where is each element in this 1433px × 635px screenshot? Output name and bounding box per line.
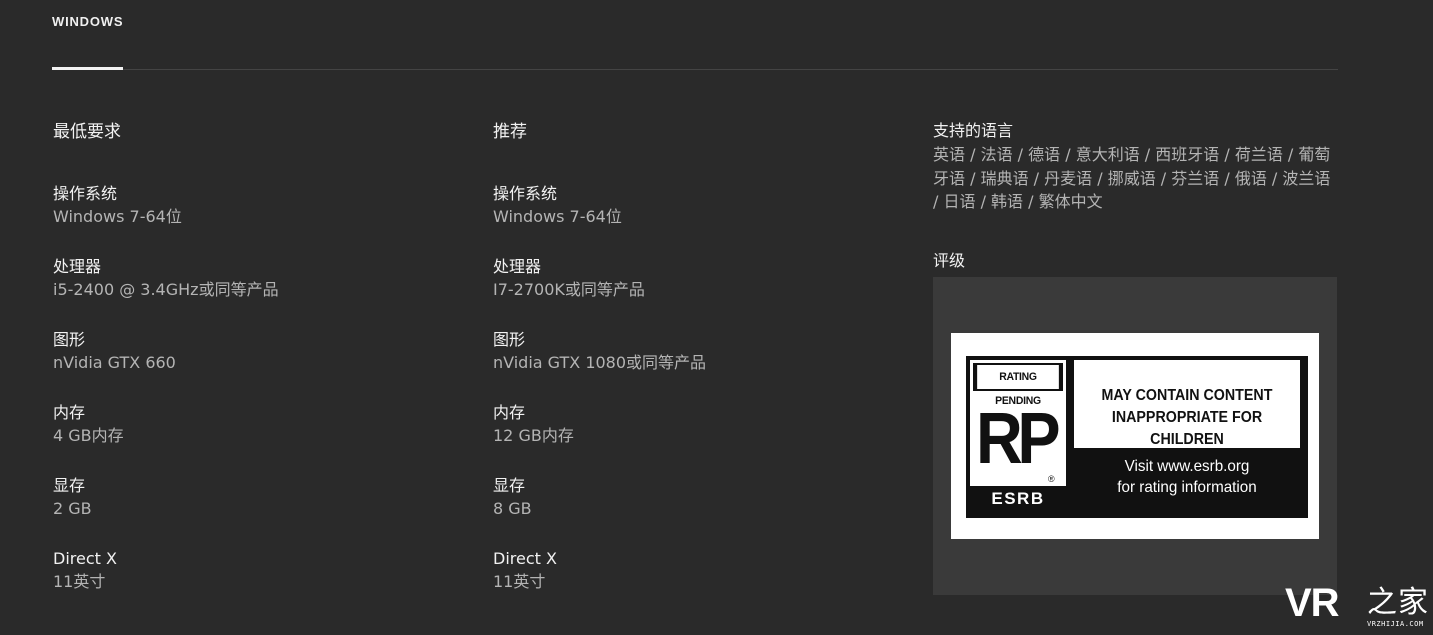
spec-value: nVidia GTX 1080或同等产品 — [493, 353, 707, 372]
spec-label: 内存 — [53, 403, 86, 422]
spec-value: 2 GB — [53, 499, 92, 518]
supported-languages-title: 支持的语言 — [933, 121, 1014, 140]
watermark-url: VRZHIJIA.COM — [1367, 620, 1424, 628]
rating-panel: RATING PENDING RP ® ESRB MAY CONTAIN CON… — [933, 277, 1337, 595]
spec-label: 操作系统 — [53, 184, 118, 203]
esrb-pending-box: RATING PENDING — [973, 363, 1063, 407]
esrb-content-descriptor: MAY CONTAIN CONTENT INAPPROPRIATE FOR CH… — [1083, 385, 1291, 451]
esrb-badge-frame: RATING PENDING RP ® ESRB MAY CONTAIN CON… — [966, 356, 1308, 518]
watermark-logo: VR — [1285, 581, 1340, 625]
tab-windows-label: WINDOWS — [52, 14, 124, 29]
spec-directx: Direct X 11英寸 — [493, 548, 893, 621]
spec-value: i5-2400 @ 3.4GHz或同等产品 — [53, 280, 279, 299]
spec-vram: 显存 2 GB — [53, 475, 453, 548]
spec-processor: 处理器 i5-2400 @ 3.4GHz或同等产品 — [53, 256, 453, 329]
esrb-content-line: INAPPROPRIATE FOR CHILDREN — [1111, 409, 1263, 448]
supported-languages-section: 支持的语言 英语 / 法语 / 德语 / 意大利语 / 西班牙语 / 荷兰语 /… — [933, 120, 1338, 214]
platform-tab-bar: WINDOWS — [52, 0, 1338, 70]
esrb-pending-label: RATING PENDING — [977, 365, 1059, 407]
esrb-visit-line: for rating information — [1117, 479, 1257, 496]
esrb-brand-label: ESRB — [970, 486, 1066, 512]
spec-value: Windows 7-64位 — [53, 207, 182, 226]
spec-value: I7-2700K或同等产品 — [493, 280, 645, 299]
tab-windows[interactable]: WINDOWS — [52, 14, 124, 70]
spec-graphics: 图形 nVidia GTX 1080或同等产品 — [493, 329, 893, 402]
rating-title: 评级 — [933, 251, 966, 270]
esrb-registered-mark: ® — [1048, 474, 1055, 484]
spec-vram: 显存 8 GB — [493, 475, 893, 548]
tab-active-indicator — [52, 67, 123, 70]
esrb-content-box: MAY CONTAIN CONTENT INAPPROPRIATE FOR CH… — [1074, 360, 1300, 448]
spec-processor: 处理器 I7-2700K或同等产品 — [493, 256, 893, 329]
vrzhijia-watermark: VR 之家 VRZHIJIA.COM — [1283, 582, 1433, 635]
watermark-chinese: 之家 — [1367, 585, 1429, 620]
minimum-requirements-title: 最低要求 — [53, 122, 121, 142]
spec-label: 处理器 — [53, 257, 102, 276]
esrb-visit-text: Visit www.esrb.org for rating informatio… — [1080, 456, 1295, 498]
spec-memory: 内存 4 GB内存 — [53, 402, 453, 475]
spec-value: 11英寸 — [493, 572, 546, 591]
spec-label: Direct X — [493, 549, 557, 568]
esrb-content-line: MAY CONTAIN CONTENT — [1101, 387, 1273, 404]
spec-value: 4 GB内存 — [53, 426, 124, 445]
esrb-visit-line: Visit www.esrb.org — [1124, 458, 1250, 475]
spec-label: 显存 — [493, 476, 526, 495]
spec-label: 操作系统 — [493, 184, 558, 203]
spec-label: 图形 — [53, 330, 86, 349]
supported-languages-list: 英语 / 法语 / 德语 / 意大利语 / 西班牙语 / 荷兰语 / 葡萄牙语 … — [933, 145, 1331, 211]
spec-label: 图形 — [493, 330, 526, 349]
esrb-rating-icon: RATING PENDING RP ® ESRB — [970, 360, 1066, 512]
spec-memory: 内存 12 GB内存 — [493, 402, 893, 475]
spec-label: 内存 — [493, 403, 526, 422]
esrb-rating-badge: RATING PENDING RP ® ESRB MAY CONTAIN CON… — [951, 333, 1319, 539]
spec-label: 显存 — [53, 476, 86, 495]
minimum-requirements-column: 最低要求 操作系统 Windows 7-64位 处理器 i5-2400 @ 3.… — [53, 121, 453, 621]
spec-label: Direct X — [53, 549, 117, 568]
spec-os: 操作系统 Windows 7-64位 — [53, 183, 453, 256]
spec-label: 处理器 — [493, 257, 542, 276]
spec-os: 操作系统 Windows 7-64位 — [493, 183, 893, 256]
spec-value: 11英寸 — [53, 572, 106, 591]
spec-value: nVidia GTX 660 — [53, 353, 176, 372]
spec-value: 8 GB — [493, 499, 532, 518]
spec-graphics: 图形 nVidia GTX 660 — [53, 329, 453, 402]
esrb-rp-symbol: RP — [976, 399, 1061, 479]
recommended-requirements-title: 推荐 — [493, 122, 527, 142]
recommended-requirements-column: 推荐 操作系统 Windows 7-64位 处理器 I7-2700K或同等产品 … — [493, 121, 893, 621]
spec-value: 12 GB内存 — [493, 426, 574, 445]
spec-value: Windows 7-64位 — [493, 207, 622, 226]
spec-directx: Direct X 11英寸 — [53, 548, 453, 621]
